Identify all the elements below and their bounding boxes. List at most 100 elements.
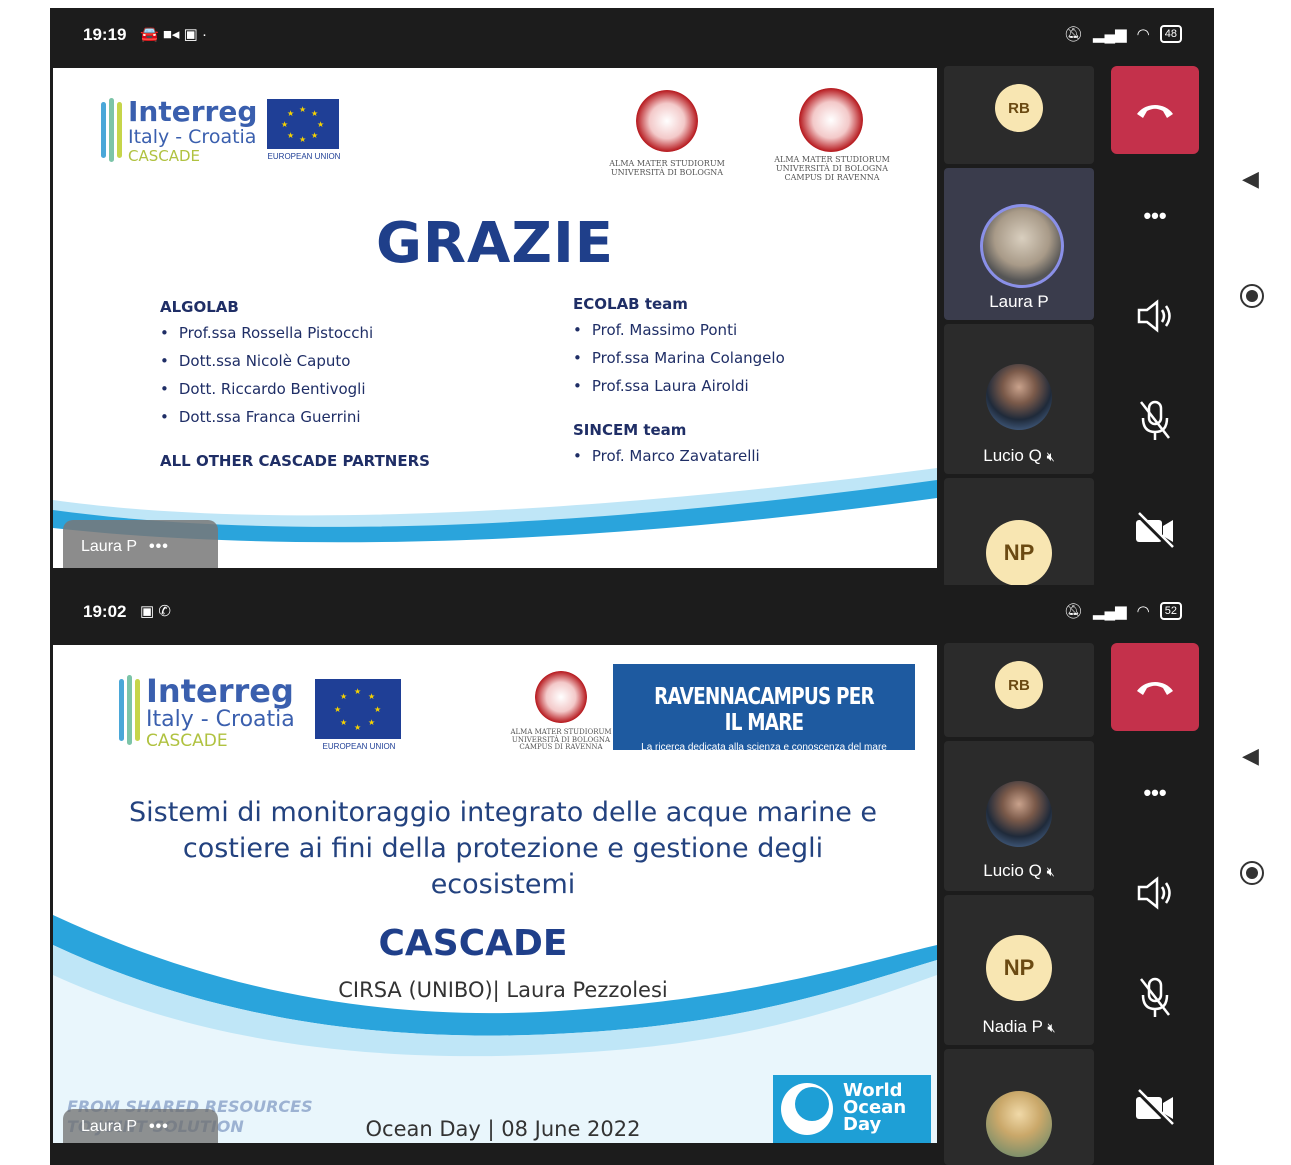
eu-logo: ★ ★ ★ ★ ★ ★ ★ ★ EUROPEAN UNION bbox=[315, 679, 403, 751]
unibo-ravenna-seal-caption: ALMA MATER STUDIORUM UNIVERSITÀ DI BOLOG… bbox=[774, 155, 890, 182]
back-icon[interactable]: ◀ bbox=[1242, 166, 1259, 192]
algolab-heading: ALGOLAB bbox=[160, 298, 239, 316]
mic-off-icon bbox=[1140, 400, 1170, 440]
participant-tile-active[interactable]: Laura P bbox=[944, 168, 1094, 320]
call-controls: ••• bbox=[1097, 643, 1214, 1165]
home-icon[interactable] bbox=[1240, 861, 1264, 885]
muted-icon: 🔇︎ bbox=[1046, 864, 1055, 879]
slide-title: GRAZIE bbox=[375, 211, 615, 276]
partners-footer: ALL OTHER CASCADE PARTNERS bbox=[160, 452, 430, 470]
interreg-logo: Interreg Italy - Croatia CASCADE bbox=[101, 98, 257, 164]
presenter-name-tag[interactable]: Laura P ••• bbox=[63, 520, 218, 568]
phone-hangup-icon bbox=[1137, 105, 1173, 118]
speaker-icon bbox=[1137, 299, 1171, 333]
algolab-credits: ALGOLAB Prof.ssa Rossella Pistocchi Dott… bbox=[160, 298, 430, 478]
credit-item: Prof.ssa Laura Airoldi bbox=[573, 377, 785, 395]
back-icon[interactable]: ◀ bbox=[1242, 743, 1259, 769]
avatar bbox=[980, 204, 1064, 288]
interreg-project: CASCADE bbox=[146, 731, 228, 751]
participant-tile[interactable]: RB bbox=[944, 66, 1094, 164]
avatar: NP bbox=[986, 520, 1052, 586]
credit-item: Prof.ssa Marina Colangelo bbox=[573, 349, 785, 367]
participant-name: Lucio Q bbox=[983, 446, 1042, 465]
hangup-button[interactable] bbox=[1111, 66, 1199, 154]
signal-icon: ▂▄▆ bbox=[1092, 26, 1127, 43]
muted-icon: 🔇︎ bbox=[1047, 1020, 1056, 1035]
participant-name: Laura P bbox=[989, 292, 1049, 311]
ravenna-subtitle: La ricerca dedicata alla scienza e conos… bbox=[641, 742, 887, 753]
participant-name-row: Lucio Q 🔇︎ bbox=[944, 446, 1094, 466]
speaker-line: CIRSA (UNIBO)| Laura Pezzolesi bbox=[338, 978, 668, 1002]
battery-icon: 52 bbox=[1159, 602, 1182, 620]
signal-icon: ▂▄▆ bbox=[1092, 603, 1127, 620]
avatar: RB bbox=[995, 661, 1043, 709]
participant-tile[interactable] bbox=[944, 1049, 1094, 1165]
participant-tile[interactable]: NP Nadia P 🔇︎ bbox=[944, 895, 1094, 1045]
more-icon: ••• bbox=[1143, 780, 1167, 805]
participant-tile[interactable]: NP bbox=[944, 478, 1094, 588]
interreg-project: CASCADE bbox=[128, 147, 201, 165]
interreg-stripes-icon bbox=[101, 98, 122, 162]
participant-tiles: RB Laura P Lucio Q 🔇︎ NP bbox=[940, 66, 1095, 588]
unibo-ravenna-seal-caption: ALMA MATER STUDIORUM UNIVERSITÀ DI BOLOG… bbox=[510, 728, 612, 752]
android-nav-bar-bottom: ◀ bbox=[1218, 585, 1291, 1158]
screenshot-bottom: 19:02 ▣ ✆ 🔕︎ ▂▄▆ ◠ 52 Interreg Italy - C… bbox=[50, 585, 1214, 1165]
phone-hangup-icon bbox=[1137, 682, 1173, 695]
muted-icon: 🔇︎ bbox=[1046, 449, 1055, 464]
call-controls: ••• bbox=[1097, 66, 1214, 588]
notification-icons: 🚘 ■◂ ▣ · bbox=[140, 26, 207, 43]
more-options-icon[interactable]: ••• bbox=[149, 1118, 169, 1135]
status-bar: 19:02 ▣ ✆ 🔕︎ ▂▄▆ ◠ 52 bbox=[50, 585, 1214, 643]
credit-item: Prof. Marco Zavatarelli bbox=[573, 447, 785, 465]
eu-flag-icon: ★ ★ ★ ★ ★ ★ ★ ★ bbox=[315, 679, 401, 739]
ecolab-heading: ECOLAB team bbox=[573, 295, 688, 313]
participant-name-row: Nadia P 🔇︎ bbox=[944, 1017, 1094, 1037]
more-options-icon[interactable]: ••• bbox=[149, 538, 169, 555]
avatar bbox=[986, 781, 1052, 847]
eu-caption: EUROPEAN UNION bbox=[267, 152, 341, 161]
ocean-wave-icon bbox=[781, 1083, 833, 1135]
more-button[interactable]: ••• bbox=[1111, 172, 1199, 260]
shared-slide: Interreg Italy - Croatia CASCADE ★ ★ ★ ★… bbox=[53, 68, 937, 568]
participant-name-row: Lucio Q 🔇︎ bbox=[944, 861, 1094, 881]
eu-caption: EUROPEAN UNION bbox=[322, 742, 396, 751]
silent-icon: 🔕︎ bbox=[1063, 603, 1083, 620]
ravenna-title: RAVENNACAMPUS PER IL MARE bbox=[654, 684, 875, 736]
mic-toggle-button[interactable] bbox=[1111, 953, 1199, 1041]
wifi-icon: ◠ bbox=[1136, 26, 1150, 43]
more-button[interactable]: ••• bbox=[1111, 749, 1199, 837]
home-icon[interactable] bbox=[1240, 284, 1264, 308]
unibo-ravenna-seal-icon bbox=[799, 88, 863, 152]
presenter-name-tag[interactable]: Laura P ••• bbox=[63, 1109, 218, 1143]
ravenna-campus-banner: RAVENNACAMPUS PER IL MARE La ricerca ded… bbox=[613, 664, 915, 753]
camera-off-icon bbox=[1135, 512, 1174, 548]
avatar: NP bbox=[986, 935, 1052, 1001]
interreg-region: Italy - Croatia bbox=[146, 707, 295, 732]
credit-item: Prof.ssa Rossella Pistocchi bbox=[160, 324, 430, 342]
mic-off-icon bbox=[1140, 977, 1170, 1017]
camera-toggle-button[interactable] bbox=[1111, 1063, 1199, 1151]
unibo-seal-caption: ALMA MATER STUDIORUM UNIVERSITÀ DI BOLOG… bbox=[609, 159, 725, 177]
interreg-stripes-icon bbox=[119, 675, 140, 745]
status-time: 19:02 bbox=[83, 602, 127, 621]
participant-tile[interactable]: RB bbox=[944, 643, 1094, 737]
participant-tile[interactable]: Lucio Q 🔇︎ bbox=[944, 741, 1094, 891]
battery-icon: 48 bbox=[1159, 25, 1182, 43]
speaker-button[interactable] bbox=[1111, 272, 1199, 360]
camera-toggle-button[interactable] bbox=[1111, 486, 1199, 574]
more-icon: ••• bbox=[1143, 203, 1167, 228]
speaker-icon bbox=[1137, 876, 1171, 910]
participant-tile[interactable]: Lucio Q 🔇︎ bbox=[944, 324, 1094, 474]
eu-flag-icon: ★ ★ ★ ★ ★ ★ ★ ★ bbox=[267, 99, 339, 149]
credit-item: Prof. Massimo Ponti bbox=[573, 321, 785, 339]
hangup-button[interactable] bbox=[1111, 643, 1199, 731]
ecolab-credits: ECOLAB team Prof. Massimo Ponti Prof.ssa… bbox=[573, 295, 785, 475]
speaker-button[interactable] bbox=[1111, 849, 1199, 937]
participant-tiles: RB Lucio Q 🔇︎ NP Nadia P 🔇︎ bbox=[940, 643, 1095, 1165]
android-nav-bar-top: ◀ bbox=[1218, 8, 1291, 588]
presenter-name: Laura P bbox=[81, 538, 138, 555]
wod-label: World Ocean Day bbox=[843, 1080, 907, 1135]
shared-slide: Interreg Italy - Croatia CASCADE ★ ★ ★ ★… bbox=[53, 645, 937, 1143]
interreg-region: Italy - Croatia bbox=[128, 126, 257, 148]
mic-toggle-button[interactable] bbox=[1111, 376, 1199, 464]
